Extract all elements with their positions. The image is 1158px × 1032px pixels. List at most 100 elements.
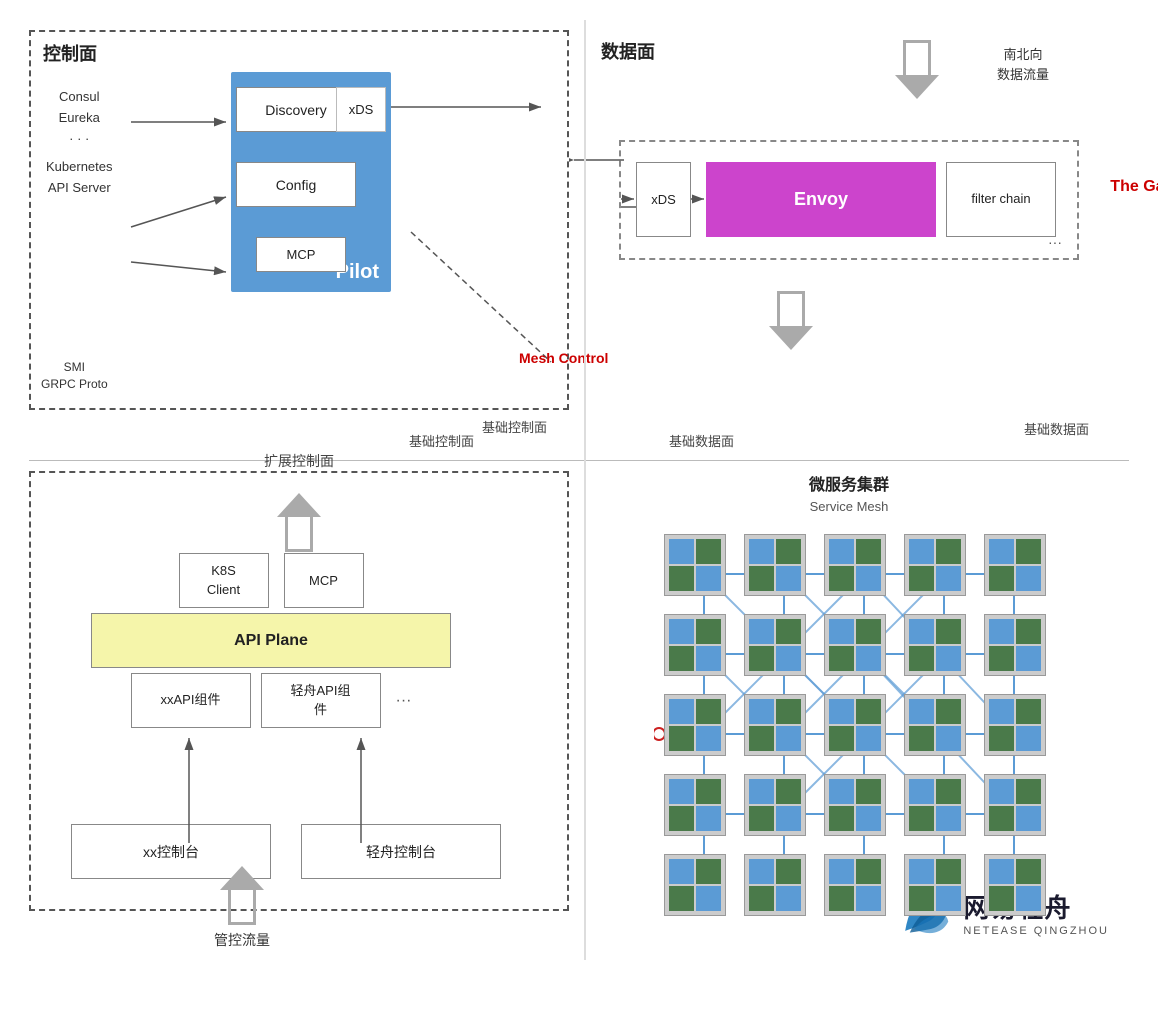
mesh-node-inner <box>669 619 694 644</box>
mesh-node-inner <box>909 566 934 591</box>
mesh-node-inner <box>696 726 721 751</box>
mesh-nodes-container <box>654 524 1044 884</box>
data-plane: 数据面 南北向 数据流量 xDS <box>589 30 1109 410</box>
mesh-node-inner <box>909 886 934 911</box>
config-label: Config <box>276 177 316 193</box>
mesh-node-inner <box>909 646 934 671</box>
mesh-node <box>744 774 806 836</box>
mesh-node-inner <box>989 726 1014 751</box>
ns-flow-line2: 数据流量 <box>997 65 1049 85</box>
mesh-node <box>904 694 966 756</box>
mcp-label: MCP <box>287 247 316 262</box>
bottom-row: 扩展控制面 K8S Client MCP <box>29 461 1129 921</box>
mesh-node <box>904 534 966 596</box>
mesh-node-inner <box>936 886 961 911</box>
service-mesh: 微服务集群 Service Mesh <box>589 471 1109 911</box>
ns-arrow-head <box>895 75 939 99</box>
dp-inner-box: xDS Envoy filter chain ··· <box>619 140 1079 260</box>
guankong-arrow-head <box>220 866 264 890</box>
mesh-node-inner <box>936 566 961 591</box>
ext-control-title: 扩展控制面 <box>264 451 334 471</box>
mcp2-label: MCP <box>309 573 338 588</box>
guankong-arrow-shaft <box>228 890 256 925</box>
mesh-node-inner <box>696 806 721 831</box>
mesh-node <box>824 774 886 836</box>
mesh-node-inner <box>829 646 854 671</box>
mesh-node <box>984 614 1046 676</box>
mesh-node-inner <box>829 566 854 591</box>
mesh-node-inner <box>749 726 774 751</box>
the-gateway-label: The Gateway <box>1110 178 1158 196</box>
mesh-node-inner <box>776 566 801 591</box>
mesh-node-inner <box>856 646 881 671</box>
mesh-node-inner <box>669 726 694 751</box>
mesh-node-inner <box>1016 619 1041 644</box>
mesh-node-inner <box>989 619 1014 644</box>
foundation-data-label: 基础数据面 <box>669 431 734 450</box>
mesh-grid <box>654 524 1044 884</box>
eureka-label: Eureka <box>46 108 113 129</box>
mesh-node-inner <box>989 779 1014 804</box>
dp-inner-svg <box>621 142 1077 258</box>
mesh-node <box>824 614 886 676</box>
mesh-node <box>744 614 806 676</box>
mesh-node-inner <box>669 566 694 591</box>
mesh-node <box>664 774 726 836</box>
mesh-node-inner <box>829 539 854 564</box>
mesh-node-inner <box>856 699 881 724</box>
mesh-node-inner <box>749 806 774 831</box>
mesh-node-inner <box>669 859 694 884</box>
mesh-node-inner <box>749 539 774 564</box>
mesh-node <box>664 614 726 676</box>
mesh-node-inner <box>829 619 854 644</box>
mesh-node-inner <box>1016 699 1041 724</box>
mesh-node-inner <box>696 886 721 911</box>
mesh-node-inner <box>936 539 961 564</box>
bottom-center-area: 管控流量 <box>214 866 270 950</box>
mesh-node-inner <box>856 539 881 564</box>
mesh-node-inner <box>749 886 774 911</box>
mesh-node-inner <box>669 646 694 671</box>
discovery-label: Discovery <box>265 102 326 118</box>
mesh-node <box>824 854 886 916</box>
mesh-node-inner <box>909 726 934 751</box>
mesh-node <box>904 614 966 676</box>
ext-arrow-shaft <box>285 517 313 552</box>
mesh-node-inner <box>909 779 934 804</box>
ns-arrow-shaft <box>903 40 931 75</box>
mesh-node-inner <box>909 539 934 564</box>
mesh-node-inner <box>829 806 854 831</box>
main-container: 控制面 Consul Eureka · · · Kubernetes API S… <box>29 20 1129 960</box>
mesh-node-inner <box>776 806 801 831</box>
ns-flow-label: 南北向 数据流量 <box>997 45 1049 84</box>
mesh-node-inner <box>936 699 961 724</box>
cp-sources: Consul Eureka · · · Kubernetes API Serve… <box>46 87 113 199</box>
mesh-node-inner <box>696 539 721 564</box>
mesh-node-inner <box>909 859 934 884</box>
mesh-node-inner <box>989 806 1014 831</box>
mesh-node-inner <box>749 619 774 644</box>
k8s-client-label: K8S Client <box>207 562 240 598</box>
mesh-node-inner <box>989 646 1014 671</box>
mesh-node-inner <box>936 619 961 644</box>
mesh-node-inner <box>696 699 721 724</box>
mesh-node-inner <box>696 619 721 644</box>
mesh-node-inner <box>669 539 694 564</box>
mesh-node <box>744 854 806 916</box>
mesh-node-inner <box>776 886 801 911</box>
mesh-node <box>984 774 1046 836</box>
ext-control-plane: 扩展控制面 K8S Client MCP <box>29 471 569 911</box>
qingzhou-console-label: 轻舟控制台 <box>366 842 436 862</box>
mesh-node-inner <box>749 699 774 724</box>
ns-down-arrow <box>895 40 939 99</box>
mesh-node-inner <box>909 806 934 831</box>
mesh-node-inner <box>829 779 854 804</box>
mesh-node-inner <box>1016 646 1041 671</box>
ext-up-arrow-area <box>277 493 321 552</box>
mesh-node-inner <box>856 886 881 911</box>
mesh-node-inner <box>936 726 961 751</box>
ext-arrow-head <box>277 493 321 517</box>
api-plane-box: API Plane <box>91 613 451 668</box>
mesh-node-inner <box>829 886 854 911</box>
console-row: xx控制台 轻舟控制台 <box>71 824 501 879</box>
